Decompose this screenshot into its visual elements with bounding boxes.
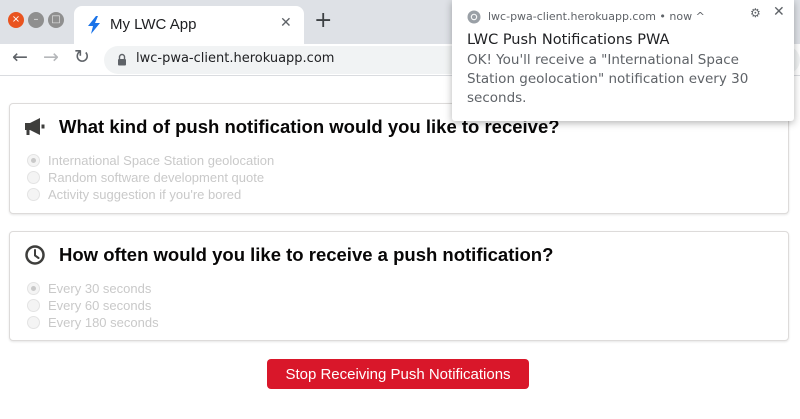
radio-option-60-seconds[interactable]: Every 60 seconds (27, 297, 151, 313)
reload-button[interactable]: ↻ (74, 48, 90, 67)
push-notification-popup[interactable]: lwc-pwa-client.herokuapp.com • now ^ ⚙ ✕… (452, 0, 794, 121)
tab-close-icon[interactable]: ✕ (280, 15, 292, 31)
radio-button[interactable] (27, 281, 40, 295)
radio-option-180-seconds[interactable]: Every 180 seconds (27, 314, 159, 330)
tab-title: My LWC App (110, 16, 197, 33)
radio-button[interactable] (27, 170, 40, 184)
close-icon[interactable]: ✕ (773, 4, 785, 20)
radio-option-iss-geolocation[interactable]: International Space Station geolocation (27, 152, 274, 168)
notification-body: OK! You'll receive a "International Spac… (467, 52, 749, 106)
radio-button[interactable] (27, 315, 40, 329)
lightning-bolt-icon (88, 16, 100, 34)
radio-option-dev-quote[interactable]: Random software development quote (27, 169, 264, 185)
radio-label: Random software development quote (48, 169, 265, 185)
radio-label: Every 180 seconds (48, 314, 159, 330)
clock-icon (25, 245, 45, 265)
radio-option-30-seconds[interactable]: Every 30 seconds (27, 280, 151, 296)
url-text[interactable]: lwc-pwa-client.herokuapp.com (136, 51, 334, 66)
chrome-icon (467, 10, 481, 24)
back-button[interactable]: ← (12, 48, 28, 67)
radio-label: International Space Station geolocation (48, 152, 275, 168)
notification-source: lwc-pwa-client.herokuapp.com • now ^ (488, 10, 705, 23)
window-minimize-button[interactable]: – (28, 12, 44, 28)
lock-icon (118, 53, 126, 66)
stop-push-notifications-button[interactable]: Stop Receiving Push Notifications (267, 359, 529, 389)
forward-button[interactable]: → (43, 48, 59, 67)
radio-label: Every 30 seconds (48, 280, 152, 296)
radio-button[interactable] (27, 298, 40, 312)
megaphone-icon (25, 118, 45, 135)
notification-title: LWC Push Notifications PWA (467, 32, 670, 48)
tab-my-lwc-app[interactable]: My LWC App ✕ (74, 6, 304, 44)
window-maximize-button[interactable]: □ (48, 12, 64, 28)
radio-button[interactable] (27, 187, 40, 201)
radio-option-activity[interactable]: Activity suggestion if you're bored (27, 186, 241, 202)
notification-frequency-card: How often would you like to receive a pu… (9, 231, 789, 341)
settings-icon[interactable]: ⚙ (750, 6, 761, 20)
radio-label: Every 60 seconds (48, 297, 152, 313)
new-tab-button[interactable]: + (314, 10, 332, 32)
radio-label: Activity suggestion if you're bored (48, 186, 242, 202)
window-close-button[interactable]: × (8, 12, 24, 28)
radio-button[interactable] (27, 153, 40, 167)
card-title: How often would you like to receive a pu… (59, 244, 554, 265)
